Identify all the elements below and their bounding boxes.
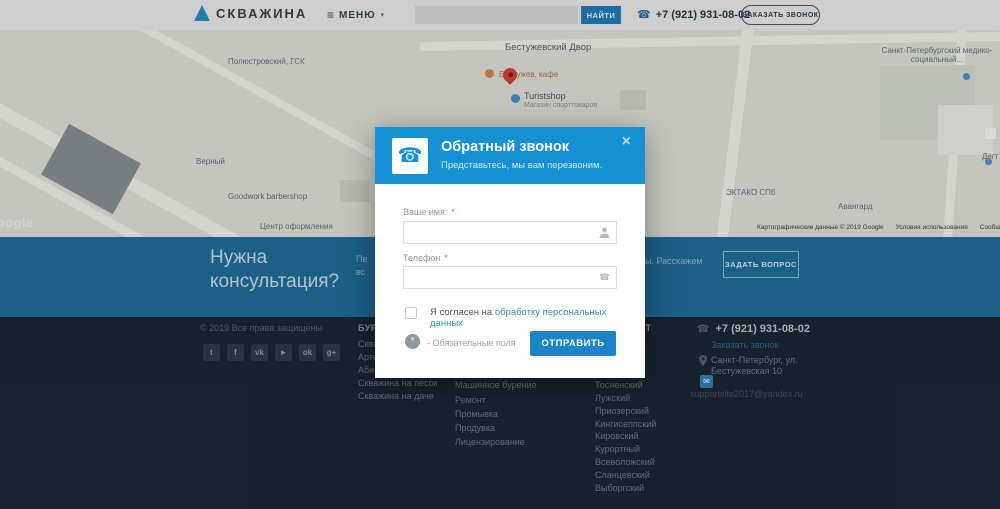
required-asterisk: * [444, 253, 448, 263]
required-asterisk: * [451, 207, 455, 217]
phone-icon: ☎ [392, 138, 428, 174]
consent-text: Я согласен на обработку персональных дан… [430, 307, 620, 329]
phone-field[interactable] [403, 266, 617, 289]
name-field[interactable] [403, 221, 617, 244]
submit-button[interactable]: ОТПРАВИТЬ [530, 331, 616, 356]
phone-label-text: Телефон [403, 253, 440, 263]
callback-modal-header: ☎ Обратный звонок Представьтесь, мы вам … [375, 127, 645, 184]
callback-modal: ☎ Обратный звонок Представьтесь, мы вам … [375, 127, 645, 378]
modal-subtitle: Представьтесь, мы вам перезвоним. [441, 160, 602, 171]
name-label-text: Ваше имя: [403, 207, 447, 217]
close-icon[interactable]: × [622, 133, 631, 151]
phone-field-label: Телефон * [403, 253, 448, 263]
name-field-label: Ваше имя: * [403, 207, 455, 217]
consent-prefix: Я согласен на [430, 307, 495, 318]
phone-icon: ☎ [599, 272, 610, 283]
required-badge-icon: * [405, 334, 420, 349]
page: СКВАЖИНА ≡ МЕНЮ ▾ НАЙТИ ☎ +7 (921) 931-0… [0, 0, 1000, 509]
modal-title: Обратный звонок [441, 139, 569, 155]
person-icon [599, 227, 610, 238]
required-fields-note: - Обязательные поля [427, 338, 516, 348]
consent-checkbox[interactable] [405, 307, 417, 319]
